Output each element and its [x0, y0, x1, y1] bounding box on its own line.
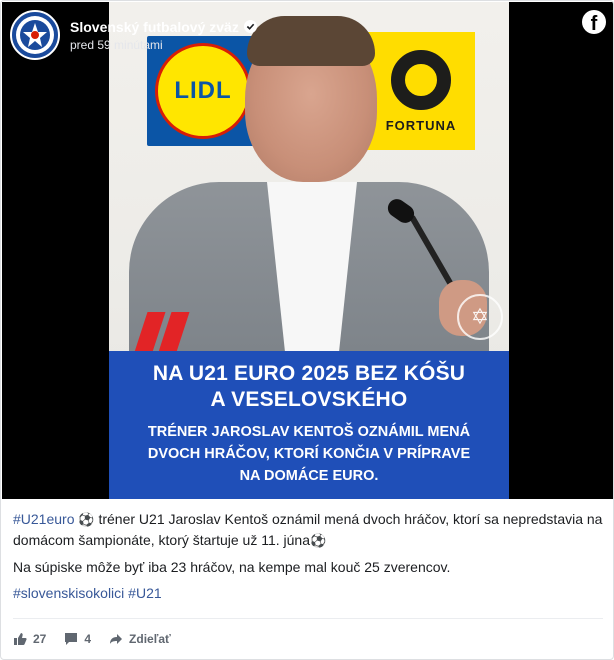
sfz-logo-icon: [16, 16, 54, 54]
comment-icon: [64, 632, 78, 646]
banner-subtitle: TRÉNER JAROSLAV KENTOŠ OZNÁMIL MENÁ DVOC…: [117, 421, 501, 487]
page-avatar[interactable]: [10, 10, 60, 60]
comment-count: 4: [84, 632, 92, 646]
post-text-line2: Na súpiske môže byť iba 23 hráčov, na ke…: [13, 559, 451, 575]
hashtag-slovenskisokolici[interactable]: #slovenskisokolici: [13, 585, 124, 601]
banner-sub-line2: DVOCH HRÁČOV, KTORÍ KONČIA V PRÍPRAVE: [147, 446, 471, 462]
banner-sub-line1: TRÉNER JAROSLAV KENTOŠ OZNÁMIL MENÁ: [147, 424, 471, 440]
post-header: Slovenský futbalový zväz pred 59 minútam…: [10, 10, 257, 60]
hashtag-u21euro[interactable]: #U21euro: [13, 511, 75, 527]
quote-mark-icon: [134, 312, 190, 352]
post-text-line1: #U21euro ⚽ tréner U21 Jaroslav Kentoš oz…: [13, 509, 603, 551]
comment-button[interactable]: 4: [64, 627, 91, 651]
share-label: Zdieľať: [129, 632, 171, 646]
banner-title-line2: A VESELOVSKÉHO: [210, 388, 408, 411]
image-banner: NA U21 EURO 2025 BEZ KÓŠU A VESELOVSKÉHO…: [109, 351, 509, 499]
sfz-watermark-icon: ✡: [457, 294, 503, 340]
fortuna-logo-text: FORTUNA: [385, 117, 457, 133]
person-hair: [247, 16, 375, 66]
post-text: #U21euro ⚽ tréner U21 Jaroslav Kentoš oz…: [13, 509, 603, 609]
lidl-logo-text: LIDL: [174, 77, 232, 104]
share-button[interactable]: Zdieľať: [109, 627, 171, 651]
soccer-ball-icon-end: ⚽: [310, 533, 327, 548]
actions-divider: [13, 618, 603, 619]
post-hashtags: #slovenskisokolici #U21: [13, 583, 603, 603]
banner-title-line1: NA U21 EURO 2025 BEZ KÓŠU: [152, 362, 466, 385]
post-media[interactable]: Slovenský futbalový zväz pred 59 minútam…: [2, 2, 613, 499]
post-photo: LIDL FORTUNA ✡ NA U21 EURO 2025 BEZ KÓŠU…: [109, 2, 509, 499]
page-name[interactable]: Slovenský futbalový zväz: [70, 19, 257, 35]
page-info: Slovenský futbalový zväz pred 59 minútam…: [70, 19, 257, 52]
soccer-ball-icon: ⚽: [78, 512, 95, 527]
fortuna-logo: FORTUNA: [367, 32, 475, 150]
verified-badge-icon: [243, 20, 257, 33]
like-count: 27: [33, 632, 47, 646]
post-actions: 27 4 Zdieľať: [13, 627, 171, 651]
share-arrow-icon: [109, 632, 123, 646]
thumbs-up-icon: [13, 632, 27, 646]
like-button[interactable]: 27: [13, 627, 46, 651]
page-name-text[interactable]: Slovenský futbalový zväz: [70, 19, 239, 35]
facebook-post-card: Slovenský futbalový zväz pred 59 minútam…: [0, 0, 614, 660]
facebook-icon[interactable]: f: [582, 10, 606, 35]
banner-sub-line3: NA DOMÁCE EURO.: [239, 468, 379, 484]
hashtag-u21[interactable]: #U21: [128, 585, 161, 601]
post-text-body: tréner U21 Jaroslav Kentoš oznámil mená …: [13, 511, 603, 548]
post-timestamp[interactable]: pred 59 minútami: [70, 38, 257, 52]
